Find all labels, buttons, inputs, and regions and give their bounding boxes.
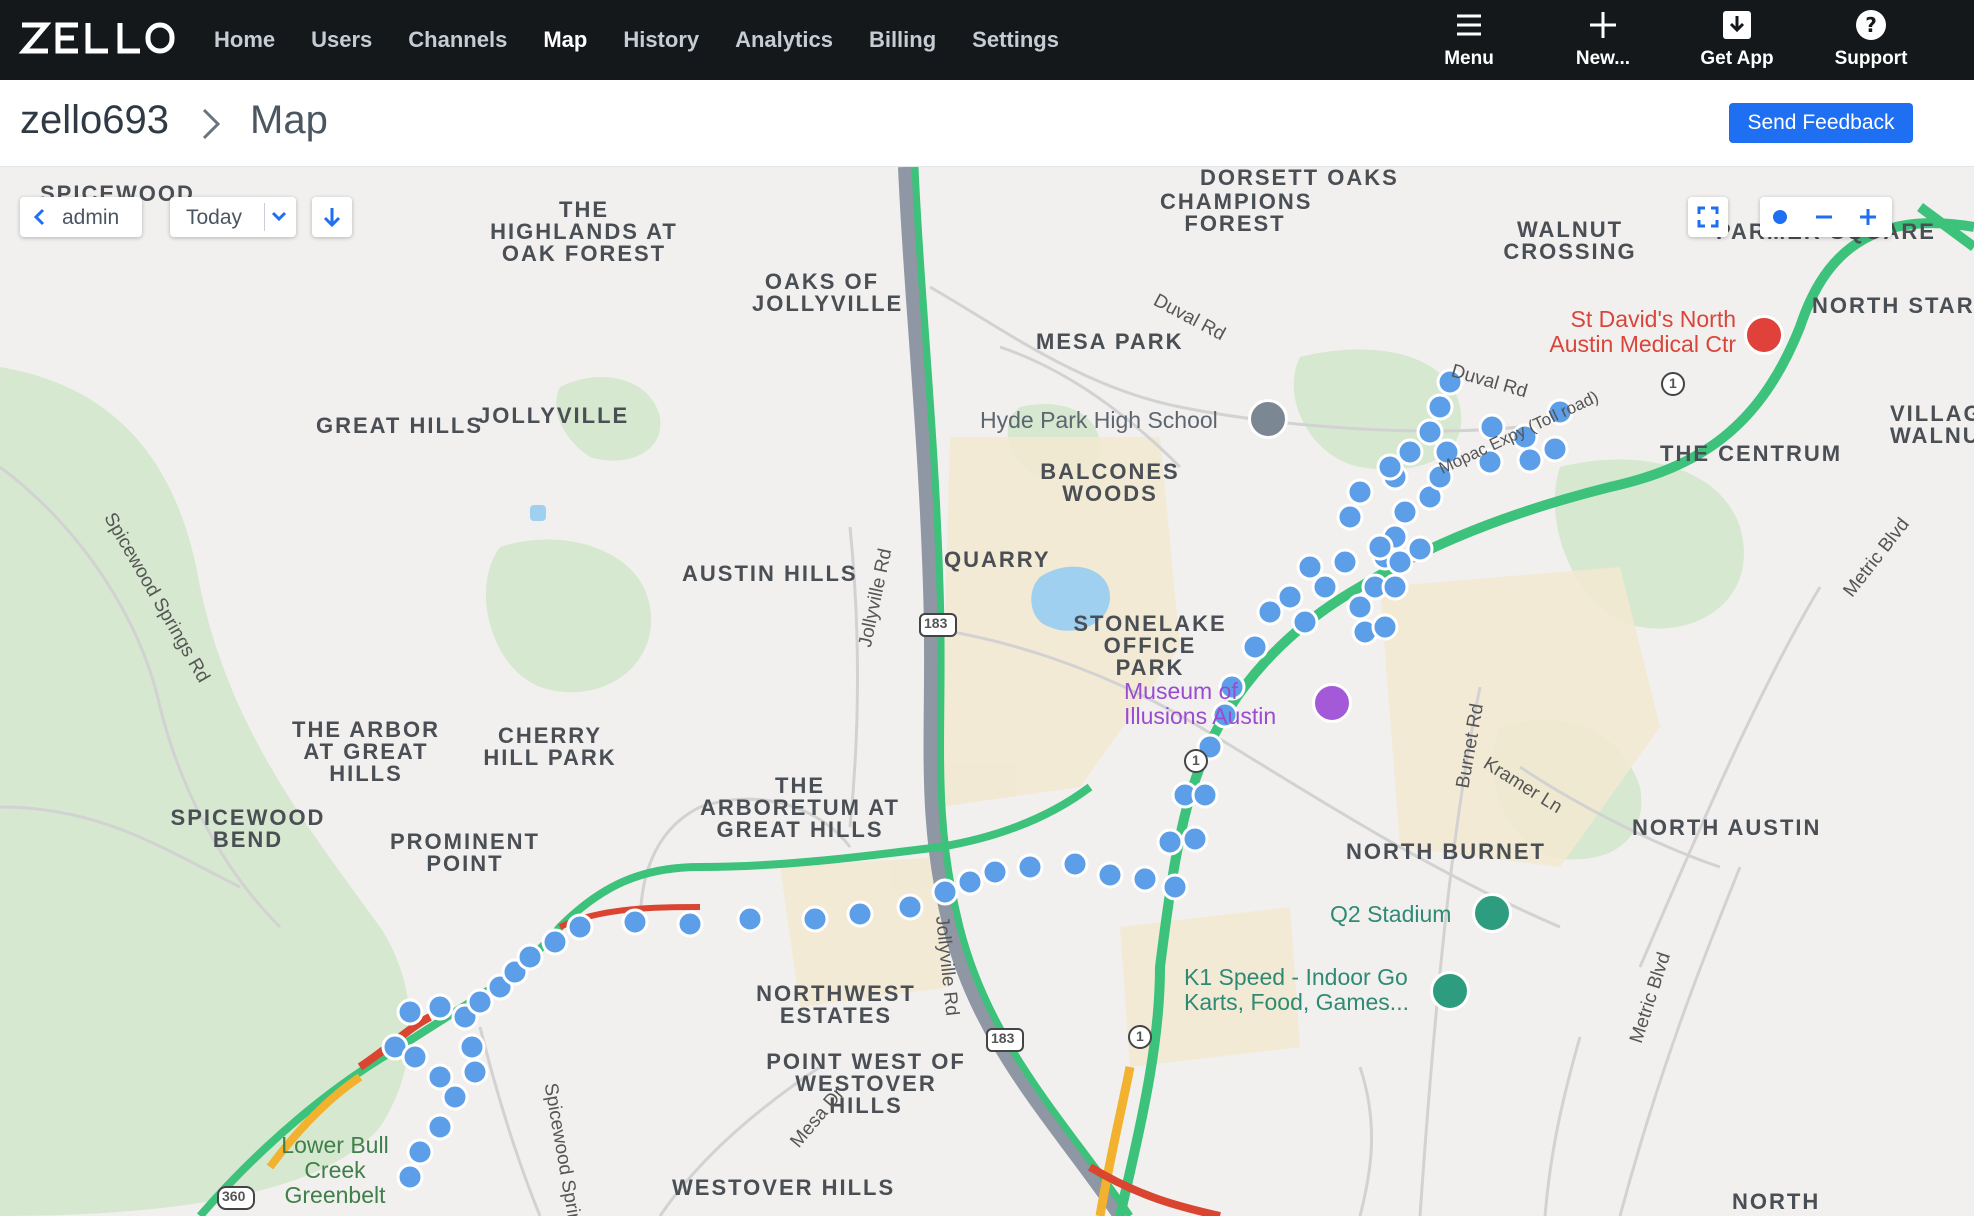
stadium-icon[interactable] — [1472, 893, 1512, 933]
area-label: NORTH STAR — [1812, 293, 1974, 318]
breadcrumb-root[interactable]: zello693 — [20, 98, 169, 143]
chevron-down-icon — [271, 211, 287, 222]
area-label: STONELAKE OFFICE PARK — [1073, 611, 1227, 680]
back-to-user-button[interactable]: admin — [20, 197, 142, 237]
nav-billing[interactable]: Billing — [869, 27, 936, 53]
arrow-down-icon — [323, 208, 341, 228]
menu-label: Menu — [1444, 48, 1494, 69]
go-karts-poi-label[interactable]: K1 Speed - Indoor Go Karts, Food, Games.… — [1184, 965, 1454, 1015]
menu-button[interactable]: Menu — [1402, 0, 1536, 80]
get-app-button[interactable]: Get App — [1670, 0, 1804, 80]
area-label: WESTOVER HILLS — [672, 1175, 896, 1200]
chevron-left-icon — [33, 208, 45, 226]
area-label: NORTHWEST ESTATES — [756, 981, 916, 1028]
hospital-icon[interactable] — [1744, 315, 1784, 355]
help-icon: ? — [1856, 10, 1886, 40]
area-label: MESA PARK — [1036, 329, 1184, 354]
school-poi-label[interactable]: Hyde Park High School — [980, 407, 1218, 434]
menu-icon — [1457, 14, 1481, 36]
area-label: WALNUT CROSSING — [1503, 217, 1637, 264]
greenbelt-poi-label[interactable]: Lower Bull Creek Greenbelt — [280, 1133, 390, 1208]
area-label: DORSETT OAKS — [1200, 167, 1399, 190]
area-label: JOLLYVILLE — [478, 403, 630, 428]
museum-poi-label[interactable]: Museum of Illusions Austin — [1124, 679, 1310, 729]
attraction-icon[interactable] — [1430, 971, 1470, 1011]
area-label: NORTH — [1732, 1189, 1821, 1214]
new-button[interactable]: New... — [1536, 0, 1670, 80]
route-shield-label: 183 — [991, 1030, 1015, 1046]
new-label: New... — [1575, 48, 1631, 69]
area-label: QUARRY — [944, 547, 1051, 572]
area-label: POINT WEST OF WESTOVER HILLS — [766, 1049, 966, 1118]
dropdown-divider — [264, 203, 265, 231]
plus-icon — [1590, 12, 1616, 38]
zello-logo[interactable] — [18, 18, 176, 58]
nav-channels[interactable]: Channels — [408, 27, 507, 53]
area-label: THE ARBORETUM AT GREAT HILLS — [700, 773, 900, 842]
route-shield-label: 360 — [222, 1188, 246, 1204]
fullscreen-icon — [1697, 206, 1719, 228]
back-to-user-label: admin — [62, 206, 120, 229]
nav-settings[interactable]: Settings — [972, 27, 1059, 53]
route-shield-label: 183 — [924, 615, 948, 631]
museum-icon[interactable] — [1312, 683, 1352, 723]
fullscreen-button[interactable] — [1688, 197, 1728, 237]
area-label: CHAMPIONS FOREST — [1160, 189, 1313, 236]
area-label: PROMINENT POINT — [390, 829, 540, 876]
area-label: SPICEWOOD BEND — [170, 805, 326, 852]
area-label: AUSTIN HILLS — [682, 561, 858, 586]
hospital-poi-label[interactable]: St David's North Austin Medical Ctr — [1526, 307, 1736, 357]
area-label: OAKS OF JOLLYVILLE — [752, 269, 904, 316]
chevron-right-icon — [202, 108, 221, 140]
svg-text:?: ? — [1865, 13, 1877, 37]
area-label: THE CENTRUM — [1660, 441, 1843, 466]
nav-users[interactable]: Users — [311, 27, 372, 53]
nav-home[interactable]: Home — [214, 27, 275, 53]
page-header: zello693 Map Send Feedback — [0, 80, 1974, 167]
area-label: CHERRY HILL PARK — [483, 723, 617, 770]
date-filter-value: Today — [186, 206, 243, 229]
area-label: GREAT HILLS — [316, 413, 484, 438]
nav-analytics[interactable]: Analytics — [735, 27, 833, 53]
date-filter-dropdown[interactable]: Today — [170, 197, 296, 237]
area-label: BALCONES WOODS — [1040, 459, 1180, 506]
download-icon — [1723, 11, 1751, 39]
page-title: Map — [250, 98, 328, 142]
area-label: THE ARBOR AT GREAT HILLS — [292, 717, 440, 786]
support-label: Support — [1834, 48, 1908, 69]
area-label: NORTH BURNET — [1346, 839, 1546, 864]
area-label: THE HIGHLANDS AT OAK FOREST — [490, 197, 678, 266]
stadium-poi-label[interactable]: Q2 Stadium — [1330, 901, 1451, 928]
zoom-controls — [1760, 197, 1892, 237]
locate-me-icon[interactable] — [1773, 210, 1787, 224]
area-label: VILLAGE WALNUT — [1890, 401, 1974, 448]
top-navigation-bar: Home Users Channels Map History Analytic… — [0, 0, 1974, 80]
main-nav: Home Users Channels Map History Analytic… — [196, 0, 1077, 80]
support-button[interactable]: ? Support — [1804, 0, 1938, 80]
map-canvas[interactable]: SPICEWOOD THE HIGHLANDS AT OAK FOREST OA… — [0, 167, 1974, 1216]
nav-history[interactable]: History — [623, 27, 699, 53]
zoom-in-icon[interactable] — [1856, 205, 1880, 229]
route-shield-label: 1 — [1192, 752, 1200, 768]
download-track-button[interactable] — [312, 197, 352, 237]
get-app-label: Get App — [1700, 48, 1774, 69]
route-shield-label: 1 — [1136, 1028, 1144, 1044]
area-label: NORTH AUSTIN — [1632, 815, 1822, 840]
top-actions: Menu New... Get App ? Support — [1402, 0, 1938, 80]
nav-map[interactable]: Map — [543, 27, 587, 53]
zoom-out-icon[interactable] — [1812, 205, 1836, 229]
route-shield-label: 1 — [1669, 375, 1677, 391]
send-feedback-button[interactable]: Send Feedback — [1729, 103, 1913, 143]
school-icon[interactable] — [1248, 399, 1288, 439]
